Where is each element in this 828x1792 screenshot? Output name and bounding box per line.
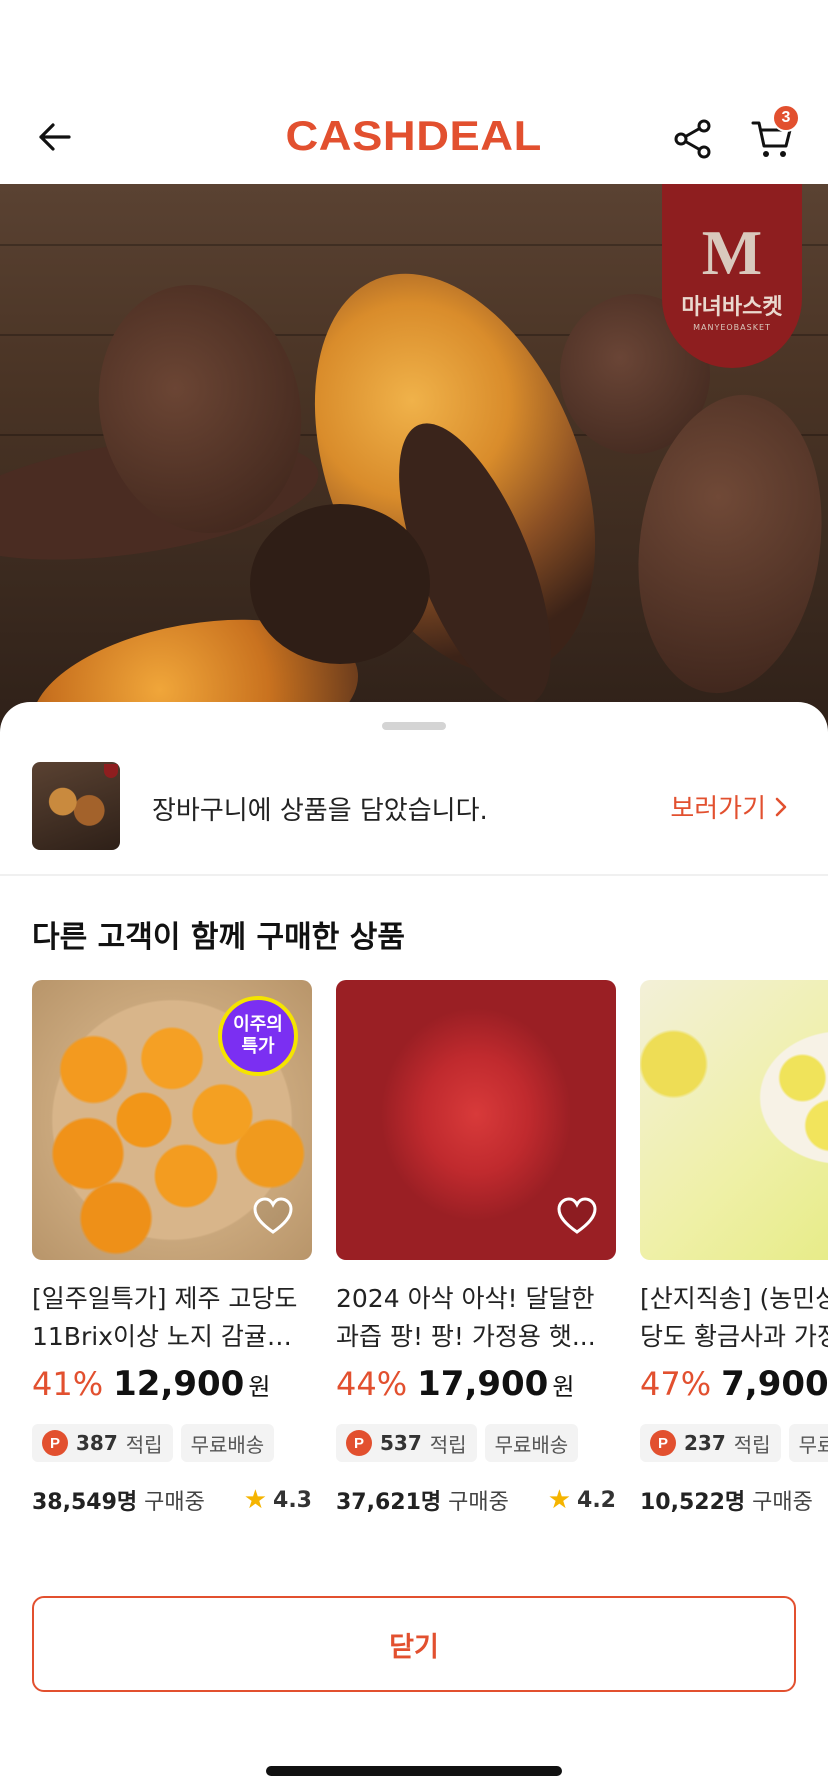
brand-mark: M (701, 216, 763, 288)
free-shipping-chip: 무료배송 (788, 1424, 828, 1462)
product-card[interactable]: [산지직송] (농민상생) 고당도 황금사과 가정용 47% 7,900 원 P… (640, 980, 828, 1516)
cart-added-notice: 장바구니에 상품을 담았습니다. 보러가기 (0, 762, 828, 872)
product-meta: 37,621명 구매중 ★ 4.2 (336, 1484, 616, 1516)
weekly-deal-sticker: 이주의 특가 (218, 996, 298, 1076)
go-to-cart-label: 보러가기 (670, 794, 766, 824)
price: 12,900 (113, 1364, 245, 1404)
close-button[interactable]: 닫기 (32, 1596, 796, 1692)
go-to-cart-link[interactable]: 보러가기 (670, 788, 788, 825)
top-navigation-bar: CASHDEAL 3 (0, 90, 828, 184)
added-product-thumbnail (32, 762, 120, 850)
section-divider (0, 874, 828, 876)
product-image[interactable] (336, 980, 616, 1260)
cart-count-badge: 3 (772, 104, 800, 132)
benefit-chips: P 237 적립 무료배송 (640, 1424, 828, 1462)
share-button[interactable] (668, 114, 718, 164)
heart-icon[interactable] (556, 1196, 598, 1238)
currency-unit: 원 (248, 1373, 271, 1401)
cart-button[interactable]: 3 (744, 104, 800, 164)
brand-logo-tag: M 마녀바스켓 MANYEOBASKET (662, 184, 802, 368)
price-row: 44% 17,900 원 (336, 1364, 616, 1404)
recommended-section-title: 다른 고객이 함께 구매한 상품 (32, 920, 405, 955)
cart-added-bottom-sheet: 장바구니에 상품을 담았습니다. 보러가기 다른 고객이 함께 구매한 상품 이… (0, 702, 828, 1792)
brand-name: 마녀바스켓 (681, 294, 783, 320)
buyers-count: 10,522명 구매중 (640, 1490, 813, 1515)
product-image[interactable]: 이주의 특가 (32, 980, 312, 1260)
star-icon: ★ (243, 1485, 268, 1515)
price-row: 47% 7,900 원 (640, 1364, 828, 1404)
product-meta: 10,522명 구매중 (640, 1484, 828, 1516)
point-icon: P (650, 1430, 676, 1456)
product-card[interactable]: 이주의 특가 [일주일특가] 제주 고당도 11Brix이상 노지 감귤 4..… (32, 980, 312, 1516)
product-image[interactable] (640, 980, 828, 1260)
buyers-count: 37,621명 구매중 (336, 1490, 509, 1515)
benefit-chips: P 387 적립 무료배송 (32, 1424, 312, 1462)
free-shipping-chip: 무료배송 (484, 1424, 579, 1462)
rating: ★ 4.3 (243, 1485, 312, 1515)
buyers-count: 38,549명 구매중 (32, 1490, 205, 1515)
discount-rate: 41% (32, 1365, 104, 1403)
discount-rate: 47% (640, 1365, 712, 1403)
rating: ★ 4.2 (547, 1485, 616, 1515)
home-indicator[interactable] (266, 1766, 562, 1776)
benefit-chips: P 537 적립 무료배송 (336, 1424, 616, 1462)
product-name[interactable]: 2024 아삭 아삭! 달달한 과즙 팡! 팡! 가정용 햇... (336, 1280, 616, 1356)
chevron-right-icon (775, 797, 787, 816)
price: 17,900 (417, 1364, 549, 1404)
sheet-drag-handle[interactable] (382, 722, 446, 730)
product-name[interactable]: [산지직송] (농민상생) 고당도 황금사과 가정용 (640, 1280, 828, 1356)
product-name[interactable]: [일주일특가] 제주 고당도 11Brix이상 노지 감귤 4... (32, 1280, 312, 1356)
point-icon: P (346, 1430, 372, 1456)
brand-name-english: MANYEOBASKET (693, 322, 771, 332)
cart-added-message: 장바구니에 상품을 담았습니다. (152, 796, 488, 826)
status-bar (0, 0, 828, 90)
currency-unit: 원 (552, 1373, 575, 1401)
points-chip: P 237 적립 (640, 1424, 781, 1462)
point-icon: P (42, 1430, 68, 1456)
free-shipping-chip: 무료배송 (180, 1424, 275, 1462)
price: 7,900 (721, 1364, 828, 1404)
product-meta: 38,549명 구매중 ★ 4.3 (32, 1484, 312, 1516)
star-icon: ★ (547, 1485, 572, 1515)
discount-rate: 44% (336, 1365, 408, 1403)
share-icon (674, 119, 711, 159)
price-row: 41% 12,900 원 (32, 1364, 312, 1404)
points-chip: P 537 적립 (336, 1424, 477, 1462)
recommended-products-carousel[interactable]: 이주의 특가 [일주일특가] 제주 고당도 11Brix이상 노지 감귤 4..… (32, 980, 828, 1540)
points-chip: P 387 적립 (32, 1424, 173, 1462)
heart-icon[interactable] (252, 1196, 294, 1238)
product-card[interactable]: 2024 아삭 아삭! 달달한 과즙 팡! 팡! 가정용 햇... 44% 17… (336, 980, 616, 1516)
